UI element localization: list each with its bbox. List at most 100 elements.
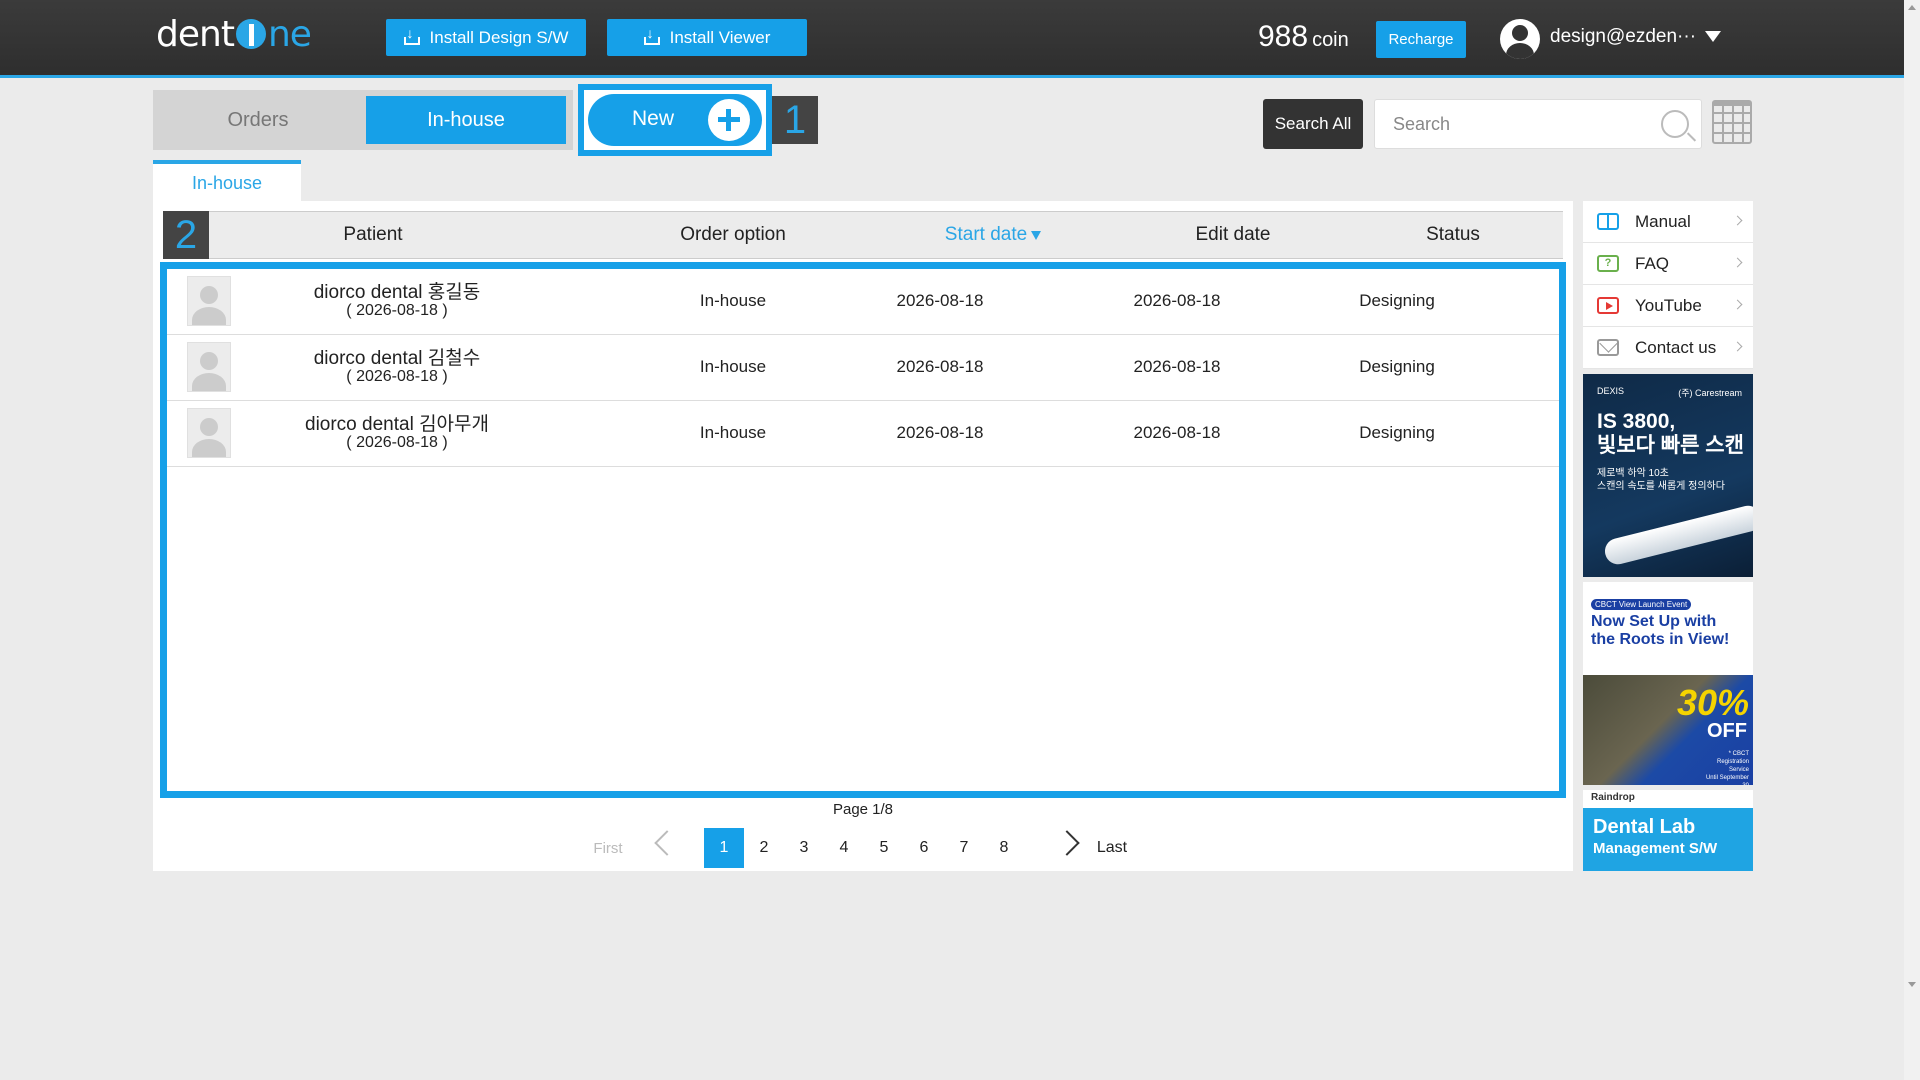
page-7[interactable]: 7 bbox=[944, 828, 984, 868]
page-1[interactable]: 1 bbox=[704, 828, 744, 868]
ad-headline-line2: 빛보다 빠른 스캔 bbox=[1597, 434, 1744, 457]
edit-date-cell: 2026-08-18 bbox=[1133, 423, 1221, 442]
coin-value: 988 bbox=[1258, 20, 1309, 53]
ad-title-line1: Now Set Up with bbox=[1591, 613, 1717, 630]
ad-brands: DEXIS (주) Carestream bbox=[1597, 386, 1742, 399]
side-item-youtube[interactable]: YouTube bbox=[1583, 285, 1753, 327]
step-marker-1: 1 bbox=[772, 96, 818, 144]
top-header: dentne Install Design S/W Install Viewer… bbox=[0, 0, 1904, 78]
user-avatar-icon[interactable] bbox=[1500, 19, 1540, 59]
new-order-highlight: New bbox=[578, 84, 772, 156]
patient-photo-placeholder-icon bbox=[187, 276, 231, 326]
ad-discount: 30% bbox=[1677, 682, 1750, 723]
install-design-button[interactable]: Install Design S/W bbox=[386, 19, 586, 56]
chevron-right-icon bbox=[1732, 299, 1743, 310]
ad-headline-line1: IS 3800, bbox=[1597, 410, 1676, 433]
search-all-button[interactable]: Search All bbox=[1263, 99, 1363, 149]
patient-date: ( 2026-08-18 ) bbox=[346, 368, 448, 385]
column-edit-date[interactable]: Edit date bbox=[1103, 212, 1363, 258]
patient-name: diorco dental 김철수 bbox=[313, 348, 481, 369]
patient-name: diorco dental 홍길동 bbox=[313, 282, 481, 303]
scroll-up-icon[interactable] bbox=[1908, 5, 1916, 10]
page-scrollbar[interactable] bbox=[1904, 0, 1920, 1080]
column-status[interactable]: Status bbox=[1343, 212, 1563, 258]
ad-fineprint-line2: Until September 30 bbox=[1705, 775, 1749, 785]
install-design-label: Install Design S/W bbox=[429, 27, 569, 47]
column-patient[interactable]: Patient bbox=[223, 212, 523, 258]
side-item-manual[interactable]: Manual bbox=[1583, 201, 1753, 243]
table-row[interactable]: diorco dental 홍길동 ( 2026-08-18 ) In-hous… bbox=[167, 269, 1559, 335]
ad-title-line2: the Roots in View! bbox=[1591, 631, 1730, 648]
chevron-down-icon[interactable] bbox=[1705, 31, 1721, 42]
ad-fineprint-line1: * CBCT Registration Service bbox=[1716, 751, 1749, 773]
chevron-right-icon bbox=[1732, 341, 1743, 352]
patient-photo-placeholder-icon bbox=[187, 342, 231, 392]
ad-brand: Raindrop bbox=[1591, 792, 1635, 803]
help-menu: Manual ? FAQ YouTube Contact us bbox=[1583, 201, 1753, 369]
page-2[interactable]: 2 bbox=[744, 828, 784, 868]
download-icon bbox=[643, 25, 660, 45]
edit-date-cell: 2026-08-18 bbox=[1133, 357, 1221, 376]
coin-balance: 988 coin bbox=[1258, 20, 1349, 54]
status-cell: Designing bbox=[1359, 357, 1435, 376]
dentone-logo[interactable]: dent ne bbox=[156, 14, 312, 55]
side-item-faq[interactable]: ? FAQ bbox=[1583, 243, 1753, 285]
ad-tag: CBCT View Launch Event bbox=[1591, 599, 1692, 610]
ad-banner-scanner[interactable]: DEXIS (주) Carestream IS 3800, 빛보다 빠른 스캔 제로… bbox=[1583, 374, 1753, 577]
ad-off: OFF bbox=[1707, 720, 1747, 742]
book-icon bbox=[1597, 213, 1619, 230]
side-item-contact[interactable]: Contact us bbox=[1583, 327, 1753, 369]
search-icon[interactable] bbox=[1661, 110, 1689, 138]
side-item-label: YouTube bbox=[1635, 295, 1702, 315]
page-5[interactable]: 5 bbox=[864, 828, 904, 868]
table-row[interactable]: diorco dental 김아무개 ( 2026-08-18 ) In-hou… bbox=[167, 401, 1559, 467]
patient-photo-placeholder-icon bbox=[187, 408, 231, 458]
page-6[interactable]: 6 bbox=[904, 828, 944, 868]
question-icon: ? bbox=[1597, 255, 1619, 272]
column-order-option[interactable]: Order option bbox=[603, 212, 863, 258]
tab-inhouse[interactable]: In-house bbox=[366, 96, 566, 144]
column-start-date[interactable]: Start date bbox=[863, 212, 1123, 258]
chevron-right-icon bbox=[1732, 257, 1743, 268]
logo-text-prefix: dent bbox=[156, 14, 235, 55]
ad-banner-raindrop[interactable]: Raindrop Dental Lab Management S/W bbox=[1583, 790, 1753, 871]
step-marker-2: 2 bbox=[163, 211, 209, 259]
pager-first[interactable]: First bbox=[583, 828, 633, 868]
install-viewer-button[interactable]: Install Viewer bbox=[607, 19, 807, 56]
logo-o-mark bbox=[235, 19, 266, 49]
order-list-highlight: diorco dental 홍길동 ( 2026-08-18 ) In-hous… bbox=[160, 262, 1566, 798]
table-row[interactable]: diorco dental 김철수 ( 2026-08-18 ) In-hous… bbox=[167, 335, 1559, 401]
side-item-label: Manual bbox=[1635, 211, 1691, 231]
new-order-label: New bbox=[632, 107, 675, 130]
ad-banner-cbct[interactable]: CBCT View Launch Event Now Set Up with th… bbox=[1583, 582, 1753, 785]
recharge-button[interactable]: Recharge bbox=[1376, 21, 1466, 58]
subtab-inhouse[interactable]: In-house bbox=[153, 160, 301, 202]
ad-title: Now Set Up with the Roots in View! bbox=[1591, 613, 1729, 649]
pager-last[interactable]: Last bbox=[1089, 828, 1135, 868]
start-date-cell: 2026-08-18 bbox=[896, 423, 984, 442]
page-4[interactable]: 4 bbox=[824, 828, 864, 868]
patient-date: ( 2026-08-18 ) bbox=[346, 302, 448, 319]
scroll-down-icon[interactable] bbox=[1908, 982, 1916, 987]
side-item-label: Contact us bbox=[1635, 337, 1717, 357]
chevron-right-icon[interactable] bbox=[1054, 830, 1080, 856]
ad-brand-right: (주) Carestream bbox=[1678, 388, 1742, 398]
scroll-thumb[interactable] bbox=[1907, 16, 1917, 976]
tab-orders[interactable]: Orders bbox=[153, 90, 363, 150]
download-icon bbox=[403, 25, 420, 45]
page-8[interactable]: 8 bbox=[984, 828, 1024, 868]
start-date-cell: 2026-08-18 bbox=[896, 357, 984, 376]
scanner-image bbox=[1602, 503, 1753, 567]
status-cell: Designing bbox=[1359, 291, 1435, 310]
new-order-button[interactable]: New bbox=[588, 94, 762, 146]
chevron-left-icon[interactable] bbox=[654, 830, 680, 856]
ad-subtext: 제로백 하악 10초 스캔의 속도를 새롭게 정의하다 bbox=[1597, 467, 1725, 493]
page-3[interactable]: 3 bbox=[784, 828, 824, 868]
table-header: Patient Order option Start date Edit dat… bbox=[163, 211, 1563, 259]
side-item-label: FAQ bbox=[1635, 253, 1670, 273]
user-email[interactable]: design@ezden··· bbox=[1550, 26, 1696, 48]
calendar-icon[interactable] bbox=[1712, 100, 1752, 144]
ad-title: Dental Lab bbox=[1593, 816, 1696, 838]
ad-brand-left: DEXIS bbox=[1597, 386, 1625, 396]
search-input[interactable] bbox=[1375, 100, 1645, 148]
